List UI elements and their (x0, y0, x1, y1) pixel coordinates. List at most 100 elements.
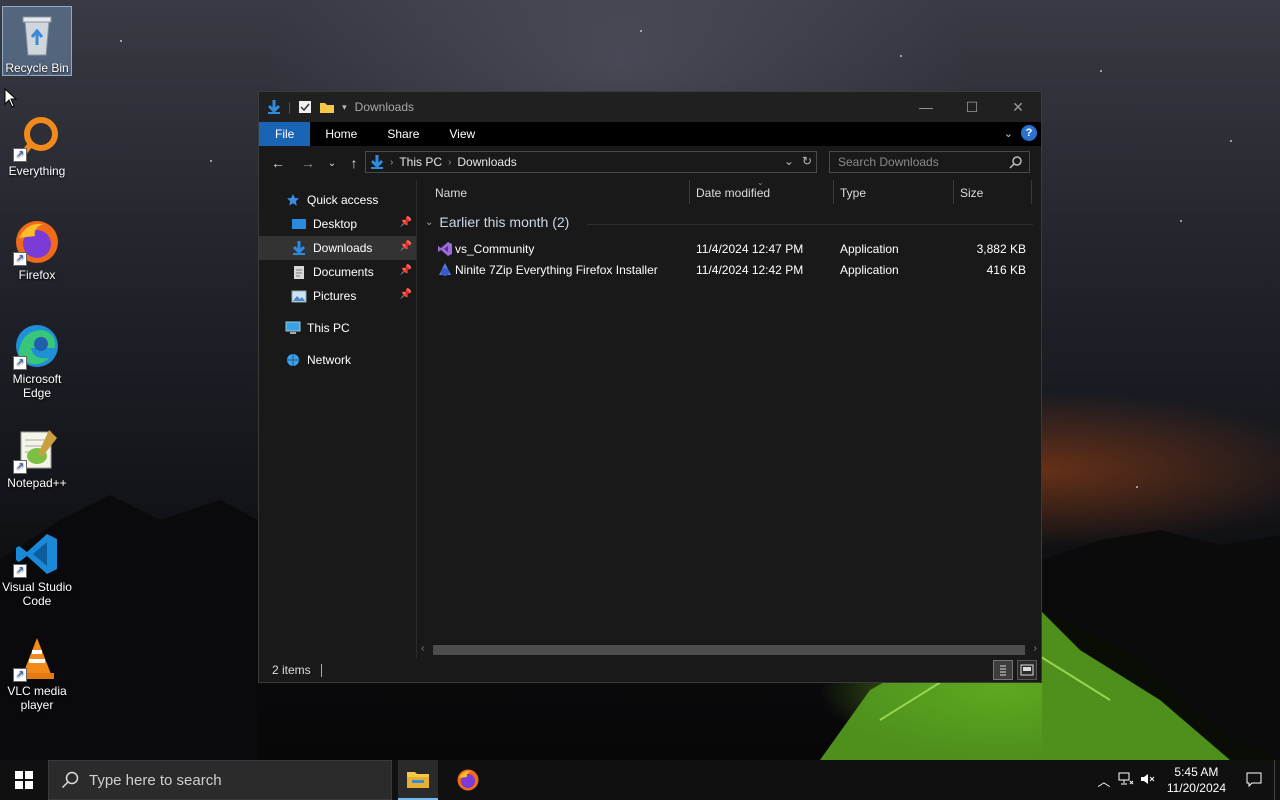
desktop-icon-edge[interactable]: ↗ Microsoft Edge (2, 318, 72, 400)
network-icon (285, 352, 301, 368)
breadcrumb-this-pc[interactable]: This PC (399, 155, 442, 169)
tab-view[interactable]: View (434, 122, 490, 146)
action-center-icon[interactable] (1234, 771, 1274, 790)
pin-icon[interactable]: 📌 (400, 265, 412, 276)
nav-label: Desktop (313, 217, 358, 231)
scroll-right-icon[interactable]: › (1034, 643, 1037, 654)
start-button[interactable] (0, 760, 48, 800)
pin-icon[interactable]: 📌 (400, 241, 412, 252)
large-icons-view-button[interactable] (1017, 660, 1037, 680)
address-dropdown-icon[interactable]: ⌄ (784, 154, 794, 168)
show-hidden-icons-icon[interactable]: ︿ (1093, 771, 1115, 790)
column-type[interactable]: Type (840, 186, 866, 200)
file-type: Application (840, 263, 899, 277)
desktop-icon-label: Recycle Bin (5, 61, 69, 75)
properties-icon[interactable] (298, 100, 312, 114)
title-bar[interactable]: | ▾ Downloads — ☐ ✕ (259, 92, 1041, 122)
column-name[interactable]: Name (435, 186, 467, 200)
nav-pictures[interactable]: Pictures 📌 (259, 284, 416, 308)
taskbar-firefox[interactable] (448, 760, 488, 800)
collapse-chevron-icon[interactable]: ⌄ (425, 217, 433, 228)
shortcut-arrow-icon: ↗ (13, 564, 27, 578)
network-status-icon[interactable] (1115, 772, 1137, 789)
downloads-folder-icon (267, 100, 281, 114)
show-desktop-button[interactable] (1274, 760, 1280, 800)
group-divider (587, 224, 1033, 225)
column-divider[interactable] (953, 180, 954, 204)
navigation-bar: ← → ⌄ ↑ › This PC › Downloads ⌄ ↻ (259, 146, 1041, 180)
mouse-cursor-icon (4, 88, 18, 108)
large-icons-view-icon (1020, 664, 1034, 676)
group-header[interactable]: ⌄ Earlier this month (2) (425, 214, 569, 230)
desktop-icon-vscode[interactable]: ↗ Visual Studio Code (2, 526, 72, 608)
tab-share[interactable]: Share (372, 122, 434, 146)
pin-icon[interactable]: 📌 (400, 289, 412, 300)
downloads-icon (291, 240, 307, 256)
desktop-icon-label: Visual Studio Code (2, 580, 72, 608)
details-view-button[interactable] (993, 660, 1013, 680)
nav-quick-access[interactable]: Quick access (259, 188, 416, 212)
maximize-button[interactable]: ☐ (949, 92, 995, 122)
file-explorer-window[interactable]: | ▾ Downloads — ☐ ✕ File Home Share View… (258, 91, 1042, 683)
search-icon (61, 771, 79, 789)
column-size[interactable]: Size (960, 186, 983, 200)
minimize-button[interactable]: — (903, 92, 949, 122)
pin-icon[interactable]: 📌 (400, 217, 412, 228)
desktop-icon (291, 216, 307, 232)
file-size: 416 KB (986, 263, 1026, 277)
qa-customize-icon[interactable]: ▾ (342, 102, 347, 113)
refresh-icon[interactable]: ↻ (802, 154, 812, 168)
new-folder-icon[interactable] (319, 100, 335, 114)
desktop-icon-notepadpp[interactable]: ↗ Notepad++ (2, 422, 72, 490)
nav-downloads[interactable]: Downloads 📌 (259, 236, 416, 260)
up-button[interactable]: ↑ (343, 155, 365, 171)
column-date[interactable]: Date modified (696, 186, 770, 200)
file-date: 11/4/2024 12:42 PM (696, 263, 804, 277)
close-button[interactable]: ✕ (995, 92, 1041, 122)
breadcrumb-downloads[interactable]: Downloads (457, 155, 516, 169)
file-list[interactable]: Name Date modified ⌄ Type Size ⌄ Earlier… (417, 178, 1041, 658)
nav-network[interactable]: Network (259, 348, 416, 372)
nav-desktop[interactable]: Desktop 📌 (259, 212, 416, 236)
search-box[interactable] (829, 151, 1030, 173)
qa-divider: | (288, 100, 292, 114)
desktop-icon-firefox[interactable]: ↗ Firefox (2, 214, 72, 282)
desktop-icon-recycle-bin[interactable]: Recycle Bin (2, 6, 72, 76)
nav-documents[interactable]: Documents 📌 (259, 260, 416, 284)
desktop-icon-label: Everything (8, 164, 66, 178)
file-row[interactable]: Ninite 7Zip Everything Firefox Installer… (417, 260, 1037, 281)
recent-locations-button[interactable]: ⌄ (321, 158, 343, 169)
clock-date: 11/20/2024 (1166, 781, 1226, 795)
shortcut-arrow-icon: ↗ (13, 148, 27, 162)
tab-file[interactable]: File (259, 122, 311, 146)
nav-this-pc[interactable]: This PC (259, 316, 416, 340)
search-icon (1009, 156, 1022, 169)
windows-logo-icon (15, 771, 33, 789)
volume-muted-icon[interactable] (1137, 772, 1159, 789)
scroll-left-icon[interactable]: ‹ (421, 643, 424, 654)
help-icon[interactable]: ? (1021, 125, 1037, 141)
forward-button[interactable]: → (297, 155, 319, 171)
window-title: Downloads (354, 100, 415, 114)
tab-home[interactable]: Home (310, 122, 372, 146)
horizontal-scrollbar[interactable]: ‹ › (417, 642, 1041, 658)
system-clock[interactable]: 5:45 AM 11/20/2024 (1159, 764, 1234, 796)
group-label: Earlier this month (2) (439, 214, 570, 230)
search-input[interactable] (838, 155, 998, 169)
desktop-icon-vlc[interactable]: ↗ VLC media player (2, 630, 72, 712)
taskbar-search-box[interactable]: Type here to search (48, 760, 392, 800)
back-button[interactable]: ← (267, 155, 289, 171)
column-divider[interactable] (1031, 180, 1032, 204)
column-divider[interactable] (833, 180, 834, 204)
file-date: 11/4/2024 12:47 PM (696, 242, 804, 256)
file-row[interactable]: vs_Community 11/4/2024 12:47 PM Applicat… (417, 239, 1037, 260)
navigation-pane: Quick access Desktop 📌 Downloads 📌 Docum… (259, 180, 417, 658)
expand-ribbon-icon[interactable]: ⌄ (1004, 127, 1013, 140)
taskbar-file-explorer[interactable] (398, 760, 438, 800)
desktop-icon-everything[interactable]: ↗ Everything (2, 110, 72, 178)
edge-icon: ↗ (13, 322, 61, 370)
column-divider[interactable] (689, 180, 690, 204)
clock-time: 5:45 AM (1174, 765, 1219, 779)
address-bar[interactable]: › This PC › Downloads ⌄ ↻ (365, 151, 817, 173)
scrollbar-thumb[interactable] (433, 645, 1025, 655)
